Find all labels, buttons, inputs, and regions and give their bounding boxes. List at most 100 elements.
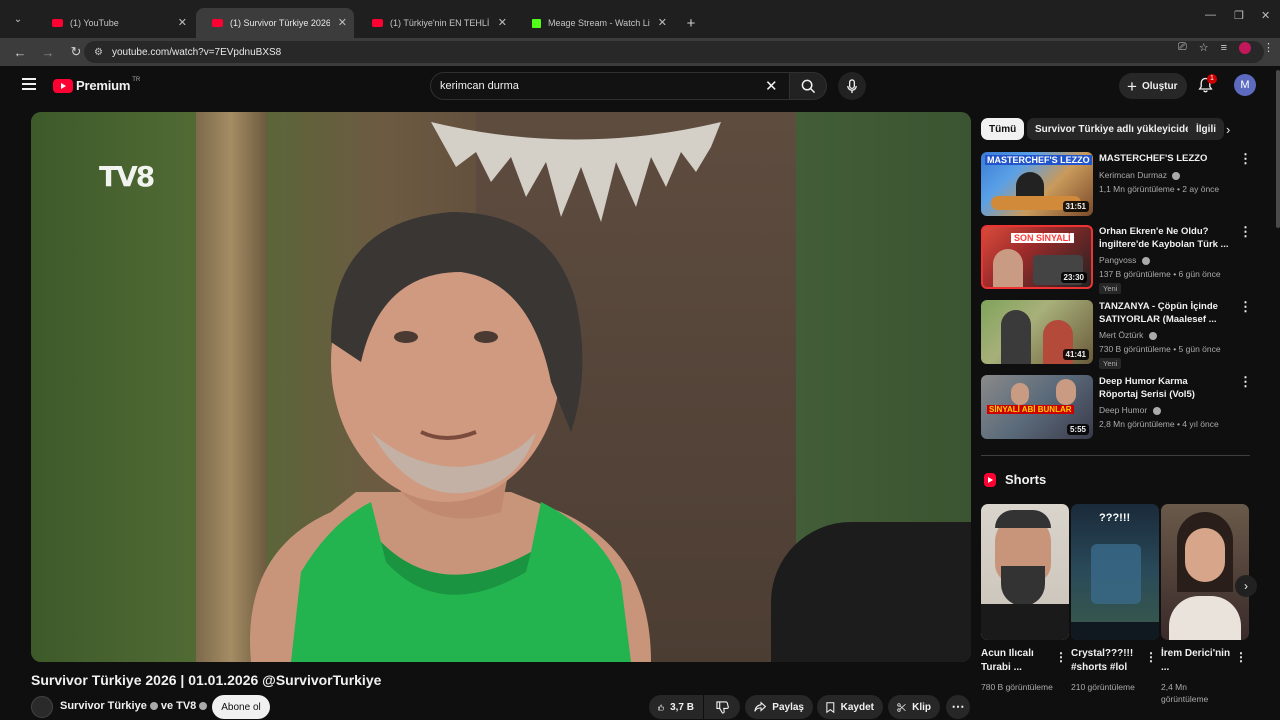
browser-menu-icon[interactable]: ⋮	[1263, 41, 1274, 54]
back-icon[interactable]: ←	[8, 45, 32, 60]
short-item[interactable]: ???!!! Crystal???!!! #shorts #lol 210 gö…	[1071, 504, 1159, 692]
search-input[interactable]: kerimcan durma	[430, 72, 790, 100]
verified-icon	[1141, 256, 1150, 265]
search-button[interactable]	[789, 72, 827, 100]
short-item[interactable]: Acun Ilıcalı Turabi ... 780 B görüntülem…	[981, 504, 1069, 692]
cast-icon[interactable]: ⎚	[1178, 41, 1187, 54]
verified-icon	[1152, 406, 1161, 415]
clip-button[interactable]: Klip	[888, 695, 940, 719]
clear-search-icon[interactable]: ✕	[765, 77, 778, 95]
guide-menu-icon[interactable]	[22, 78, 36, 93]
more-vert-icon[interactable]: ⋮	[1055, 650, 1067, 664]
chip-related[interactable]: İlgili	[1188, 118, 1224, 140]
shorts-heading-text: Shorts	[1005, 472, 1047, 487]
tab-title: (1) Survivor Türkiye 2026 | 01.0	[230, 18, 330, 28]
maximize-icon[interactable]: ❐	[1234, 9, 1244, 22]
channel-row: Survivor Türkiye ve TV8 Abone ol 3,7 B Pa…	[31, 695, 971, 719]
more-vert-icon[interactable]: ⋮	[1239, 152, 1252, 166]
dislike-button[interactable]	[704, 695, 740, 719]
shorts-next-button[interactable]: ›	[1235, 575, 1257, 597]
share-arrow-icon	[754, 701, 767, 712]
recommendation-title[interactable]: Deep Humor Karma Röportaj Serisi (Vol5)	[1099, 375, 1229, 401]
video-thumbnail[interactable]: SON SİNYALİ 23:30	[981, 225, 1093, 289]
video-thumbnail[interactable]: MASTERCHEF'S LEZZO 31:51	[981, 152, 1093, 216]
close-window-icon[interactable]: ✕	[1261, 9, 1270, 22]
video-duration: 41:41	[1062, 349, 1089, 360]
short-thumbnail[interactable]	[1161, 504, 1249, 640]
like-button[interactable]: 3,7 B	[649, 695, 703, 719]
chip-all[interactable]: Tümü	[981, 118, 1025, 140]
recommendation-title[interactable]: TANZANYA - Çöpün İçinde SATIYORLAR (Maal…	[1099, 300, 1229, 326]
close-tab-icon[interactable]: ✕	[178, 16, 187, 29]
like-count: 3,7 B	[670, 701, 694, 713]
thumbnail-person	[993, 249, 1023, 287]
short-title[interactable]: Crystal???!!! #shorts #lol	[1071, 647, 1145, 675]
channel-name[interactable]: Survivor Türkiye ve TV8	[60, 700, 210, 712]
channel-text: Mert Öztürk	[1099, 330, 1144, 340]
recommendation-item[interactable]: SİNYALİ ABİ BUNLAR 5:55 Deep Humor Karma…	[981, 375, 1261, 443]
tab-search-chevron-icon[interactable]: ⌄	[0, 0, 36, 38]
recommendation-channel[interactable]: Kerimcan Durmaz	[1099, 170, 1183, 180]
video-player[interactable]: TV8	[31, 112, 971, 662]
youtube-favicon-icon	[372, 19, 383, 27]
recommendation-channel[interactable]: Mert Öztürk	[1099, 330, 1160, 340]
voice-search-button[interactable]	[838, 72, 866, 100]
new-badge: Yeni	[1099, 283, 1122, 294]
short-item[interactable]: İrem Derici'nin ... 2,4 Mn görüntüleme ⋮	[1161, 504, 1249, 704]
short-thumbnail[interactable]	[981, 504, 1069, 640]
recommendation-channel[interactable]: Pangvoss	[1099, 255, 1153, 265]
close-tab-icon[interactable]: ✕	[658, 16, 667, 29]
tab-title: Meage Stream - Watch Live on	[548, 18, 650, 28]
tab-title: (1) YouTube	[70, 18, 119, 28]
forward-icon[interactable]: →	[36, 45, 60, 60]
short-title[interactable]: İrem Derici'nin ...	[1161, 647, 1235, 675]
create-button[interactable]: + Oluştur	[1119, 73, 1187, 99]
microphone-icon	[847, 78, 857, 93]
recommendation-meta: 2,8 Mn görüntüleme • 4 yıl önce	[1099, 419, 1219, 429]
youtube-favicon-icon	[212, 19, 223, 27]
video-thumbnail[interactable]: SİNYALİ ABİ BUNLAR 5:55	[981, 375, 1093, 439]
recommendation-item[interactable]: 41:41 TANZANYA - Çöpün İçinde SATIYORLAR…	[981, 300, 1261, 369]
chip-uploader[interactable]: Survivor Türkiye adlı yükleyiciden	[1027, 118, 1205, 140]
chevron-right-icon[interactable]: ›	[1226, 122, 1230, 137]
reading-list-icon[interactable]: ≡	[1221, 42, 1227, 54]
more-vert-icon[interactable]: ⋮	[1239, 300, 1252, 314]
address-bar[interactable]: ⚙ youtube.com/watch?v=7EVpdnuBXS8	[84, 41, 1264, 63]
more-vert-icon[interactable]: ⋮	[1239, 225, 1252, 239]
close-tab-icon[interactable]: ✕	[498, 16, 507, 29]
site-info-icon[interactable]: ⚙	[94, 47, 103, 58]
bookmark-star-icon[interactable]: ☆	[1199, 41, 1209, 54]
browser-tab-active[interactable]: (1) Survivor Türkiye 2026 | 01.0 ✕	[196, 8, 354, 38]
recommendation-channel[interactable]: Deep Humor	[1099, 405, 1164, 415]
share-button[interactable]: Paylaş	[745, 695, 813, 719]
share-label: Paylaş	[772, 701, 804, 713]
page-scrollbar[interactable]	[1276, 70, 1280, 228]
subscribe-button[interactable]: Abone ol	[212, 695, 270, 719]
more-vert-icon[interactable]: ⋮	[1145, 650, 1157, 664]
browser-tab[interactable]: Meage Stream - Watch Live on ✕	[516, 8, 674, 38]
browser-tab[interactable]: (1) YouTube ✕	[36, 8, 194, 38]
recommendation-item[interactable]: SON SİNYALİ 23:30 Orhan Ekren'e Ne Oldu?…	[981, 225, 1261, 294]
short-title[interactable]: Acun Ilıcalı Turabi ...	[981, 647, 1055, 675]
more-vert-icon[interactable]: ⋮	[1239, 375, 1252, 389]
thumbnail-caption: SİNYALİ ABİ BUNLAR	[987, 405, 1074, 414]
recommendation-title[interactable]: Orhan Ekren'e Ne Oldu? İngiltere'de Kayb…	[1099, 225, 1229, 251]
filter-chips: Tümü Survivor Türkiye adlı yükleyiciden …	[981, 118, 1251, 142]
short-thumbnail[interactable]: ???!!!	[1071, 504, 1159, 640]
close-tab-icon[interactable]: ✕	[338, 16, 347, 29]
recommendation-item[interactable]: MASTERCHEF'S LEZZO 31:51 MASTERCHEF'S LE…	[981, 152, 1261, 220]
new-tab-button[interactable]: +	[676, 8, 706, 38]
thumbs-down-icon	[715, 700, 729, 714]
video-thumbnail[interactable]: 41:41	[981, 300, 1093, 364]
browser-profile-icon[interactable]	[1239, 41, 1251, 54]
more-actions-button[interactable]: ⋯	[946, 695, 970, 719]
channel-name-text: Survivor Türkiye	[60, 700, 147, 712]
youtube-premium-logo[interactable]: Premium TR	[53, 77, 140, 93]
recommendation-title[interactable]: MASTERCHEF'S LEZZO	[1099, 152, 1229, 165]
channel-avatar[interactable]	[31, 696, 53, 718]
browser-tab[interactable]: (1) Türkiye'nin EN TEHLİKELİ Ro ✕	[356, 8, 514, 38]
minimize-icon[interactable]: —	[1205, 9, 1216, 21]
account-avatar[interactable]: M	[1234, 74, 1256, 96]
save-button[interactable]: Kaydet	[817, 695, 883, 719]
more-vert-icon[interactable]: ⋮	[1235, 650, 1247, 664]
